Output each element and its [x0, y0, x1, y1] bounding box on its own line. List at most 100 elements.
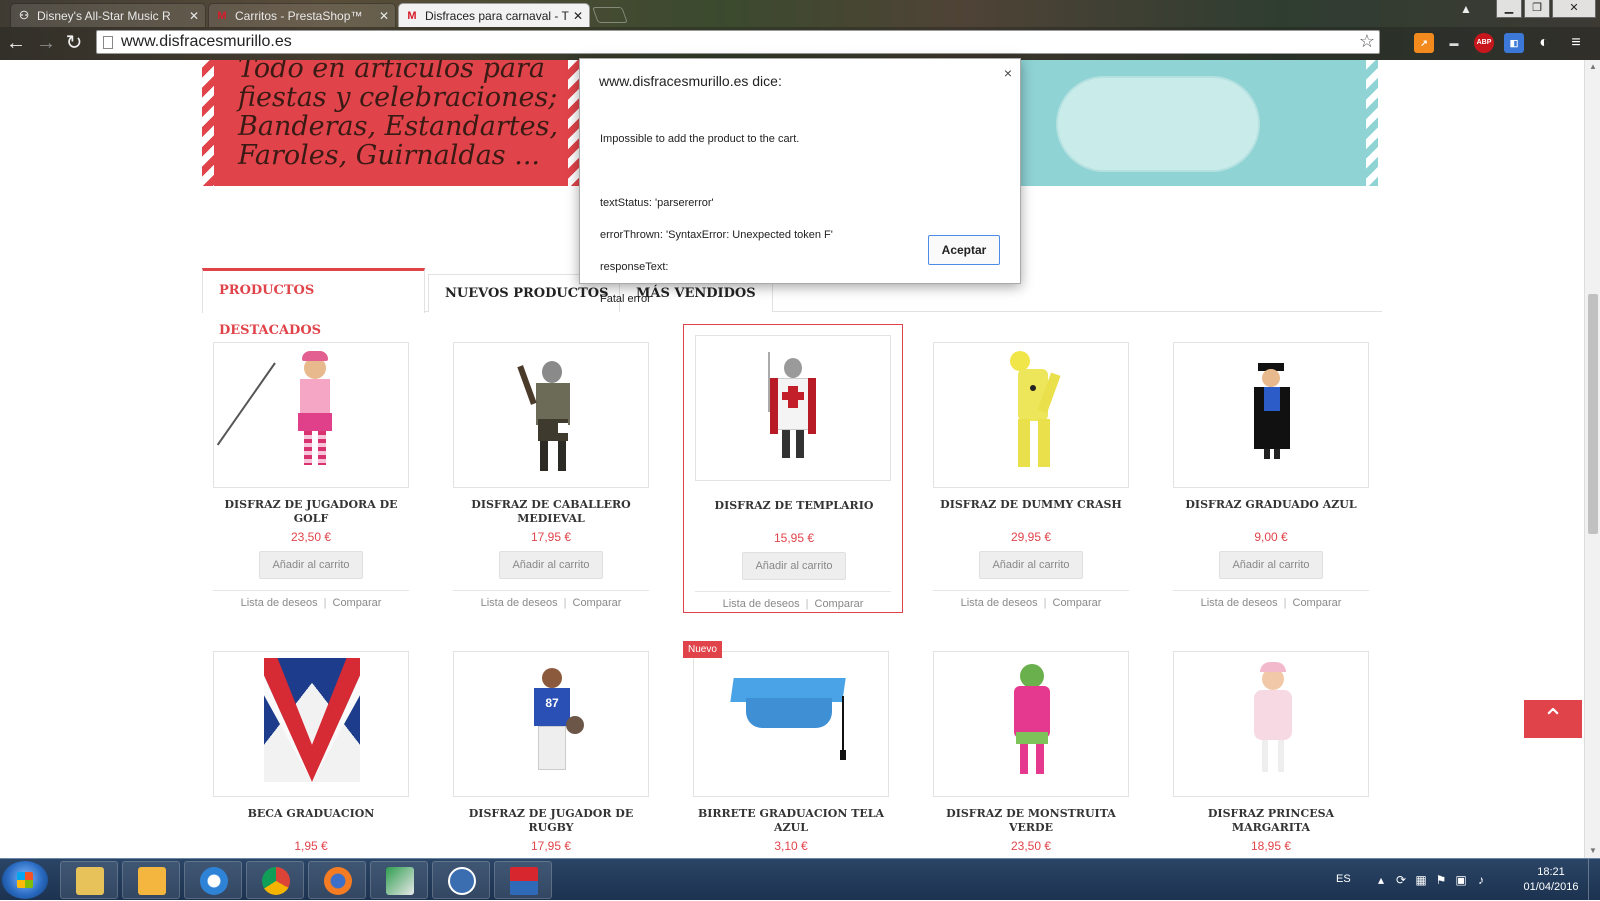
product-name[interactable]: DISFRAZ DE CABALLERO MEDIEVAL	[447, 498, 655, 526]
product-name[interactable]: DISFRAZ GRADUADO AZUL	[1167, 498, 1375, 512]
scroll-thumb[interactable]	[1588, 294, 1598, 534]
product-card[interactable]: DISFRAZ GRADUADO AZUL 9,00 € Añadir al c…	[1163, 332, 1379, 609]
browser-tab-disney[interactable]: ⚇ Disney's All-Star Music R ✕	[10, 3, 206, 27]
action-center-flag-icon[interactable]: ⚑	[1434, 873, 1448, 887]
compare-link[interactable]: Comparar	[333, 597, 382, 609]
browser-tab-carritos[interactable]: M Carritos - PrestaShop™ ✕	[208, 3, 396, 27]
product-name[interactable]: DISFRAZ PRINCESA MARGARITA	[1167, 807, 1375, 835]
product-name[interactable]: DISFRAZ DE JUGADORA DE GOLF	[207, 498, 415, 526]
product-image[interactable]	[213, 651, 409, 797]
taskbar-explorer[interactable]	[60, 861, 118, 899]
product-card-hover[interactable]: DISFRAZ DE TEMPLARIO 15,95 € Añadir al c…	[683, 324, 903, 613]
restore-button[interactable]: ❐	[1524, 0, 1550, 18]
cast-icon[interactable]: ◧	[1504, 33, 1524, 53]
product-name[interactable]: DISFRAZ DE TEMPLARIO	[690, 499, 898, 513]
product-card[interactable]: 87 DISFRAZ DE JUGADOR DE RUGBY 17,95 €	[443, 641, 659, 858]
language-indicator[interactable]: ES	[1336, 873, 1351, 885]
dialog-message-line: errorThrown: 'SyntaxError: Unexpected to…	[600, 229, 833, 241]
tab-title: Carritos - PrestaShop™	[235, 9, 363, 23]
dialog-ok-button[interactable]: Aceptar	[928, 235, 1000, 265]
product-image[interactable]	[933, 651, 1129, 797]
product-name[interactable]: BIRRETE GRADUACION TELA AZUL	[687, 807, 895, 835]
tab-close-icon[interactable]: ✕	[379, 4, 389, 27]
compare-link[interactable]: Comparar	[815, 598, 864, 610]
windows-update-icon[interactable]: ▦	[1414, 873, 1428, 887]
compare-link[interactable]: Comparar	[573, 597, 622, 609]
product-name[interactable]: BECA GRADUACION	[207, 807, 415, 821]
start-button[interactable]	[2, 861, 48, 899]
product-image[interactable]	[1173, 651, 1369, 797]
reload-button[interactable]: ↻	[62, 31, 86, 55]
address-url[interactable]: www.disfracesmurillo.es	[121, 33, 292, 51]
compare-link[interactable]: Comparar	[1053, 597, 1102, 609]
product-card[interactable]: DISFRAZ PRINCESA MARGARITA 18,95 €	[1163, 641, 1379, 858]
product-image[interactable]	[1173, 342, 1369, 488]
wishlist-link[interactable]: Lista de deseos	[241, 597, 318, 609]
product-image[interactable]	[213, 342, 409, 488]
banner-line: Faroles, Guirnaldas ...	[238, 140, 540, 171]
wishlist-link[interactable]: Lista de deseos	[481, 597, 558, 609]
tab-close-icon[interactable]: ✕	[189, 4, 199, 27]
add-to-cart-button[interactable]: Añadir al carrito	[742, 552, 846, 580]
product-card[interactable]: DISFRAZ DE DUMMY CRASH 29,95 € Añadir al…	[923, 332, 1139, 609]
chrome-menu-icon[interactable]: ≡	[1566, 33, 1586, 53]
menu-lines-icon[interactable]: ▬	[1444, 33, 1464, 53]
wishlist-link[interactable]: Lista de deseos	[1201, 597, 1278, 609]
add-to-cart-button[interactable]: Añadir al carrito	[979, 551, 1083, 579]
add-to-cart-button[interactable]: Añadir al carrito	[259, 551, 363, 579]
product-card[interactable]: BECA GRADUACION 1,95 €	[203, 641, 419, 858]
dialog-close-icon[interactable]: ×	[1004, 65, 1012, 81]
taskbar-firefox[interactable]	[308, 861, 366, 899]
new-tab-button[interactable]	[592, 7, 628, 23]
minimize-button[interactable]: ▁	[1496, 0, 1522, 18]
scroll-down-arrow-icon[interactable]: ▼	[1585, 844, 1600, 858]
scroll-up-arrow-icon[interactable]: ▲	[1585, 60, 1600, 74]
bookmark-star-icon[interactable]: ☆	[1359, 31, 1375, 52]
add-to-cart-button[interactable]: Añadir al carrito	[499, 551, 603, 579]
product-image[interactable]: 87	[453, 651, 649, 797]
page-scrollbar[interactable]: ▲ ▼	[1584, 60, 1600, 858]
address-bar[interactable]: www.disfracesmurillo.es ☆	[96, 30, 1380, 54]
product-name[interactable]: DISFRAZ DE MONSTRUITA VERDE	[927, 807, 1135, 835]
volume-icon[interactable]: ♪	[1474, 873, 1488, 887]
taskbar-chrome[interactable]	[246, 861, 304, 899]
back-to-top-button[interactable]: ⌃	[1524, 700, 1582, 738]
circle-icon[interactable]: ◐	[1534, 33, 1554, 53]
dialog-message-line: Impossible to add the product to the car…	[600, 133, 800, 145]
trend-icon[interactable]: ↗	[1414, 33, 1434, 53]
network-icon[interactable]: ▣	[1454, 873, 1468, 887]
compare-link[interactable]: Comparar	[1293, 597, 1342, 609]
cloud-banner[interactable]	[1010, 60, 1380, 186]
product-name[interactable]: DISFRAZ DE JUGADOR DE RUGBY	[447, 807, 655, 835]
taskbar-sql-app[interactable]	[370, 861, 428, 899]
back-button[interactable]: ←	[4, 31, 28, 55]
taskbar-outlook[interactable]	[122, 861, 180, 899]
tab-close-icon[interactable]: ✕	[573, 4, 583, 27]
product-card[interactable]: DISFRAZ DE JUGADORA DE GOLF 23,50 € Añad…	[203, 332, 419, 609]
browser-tab-disfraces[interactable]: M Disfraces para carnaval - T ✕	[398, 3, 590, 27]
close-window-button[interactable]: ✕	[1552, 0, 1596, 18]
show-desktop-button[interactable]	[1588, 859, 1600, 901]
product-image[interactable]	[453, 342, 649, 488]
wishlist-link[interactable]: Lista de deseos	[723, 598, 800, 610]
product-card[interactable]: DISFRAZ DE MONSTRUITA VERDE 23,50 €	[923, 641, 1139, 858]
product-card[interactable]: DISFRAZ DE CABALLERO MEDIEVAL 17,95 € Añ…	[443, 332, 659, 609]
product-image[interactable]	[933, 342, 1129, 488]
taskbar-seur-app[interactable]	[494, 861, 552, 899]
adblock-icon[interactable]: ABP	[1474, 33, 1494, 53]
clock[interactable]: 18:21 01/04/2016	[1516, 865, 1586, 895]
taskbar-gc-app[interactable]	[432, 861, 490, 899]
product-name[interactable]: DISFRAZ DE DUMMY CRASH	[927, 498, 1135, 512]
promo-banner[interactable]: Todo en artículos para fiestas y celebra…	[200, 60, 582, 186]
tab-productos-destacados[interactable]: PRODUCTOS DESTACADOS	[202, 268, 425, 338]
sync-icon[interactable]: ⟳	[1394, 873, 1408, 887]
add-to-cart-button[interactable]: Añadir al carrito	[1219, 551, 1323, 579]
product-image[interactable]	[693, 651, 889, 797]
forward-button[interactable]: →	[34, 31, 58, 55]
product-card[interactable]: Nuevo BIRRETE GRADUACION TELA AZUL 3,10 …	[683, 641, 899, 858]
product-image[interactable]	[695, 335, 891, 481]
user-icon[interactable]: ▲	[1456, 2, 1476, 20]
show-hidden-icons-icon[interactable]: ▴	[1374, 873, 1388, 887]
taskbar-internet-explorer[interactable]	[184, 861, 242, 899]
wishlist-link[interactable]: Lista de deseos	[961, 597, 1038, 609]
